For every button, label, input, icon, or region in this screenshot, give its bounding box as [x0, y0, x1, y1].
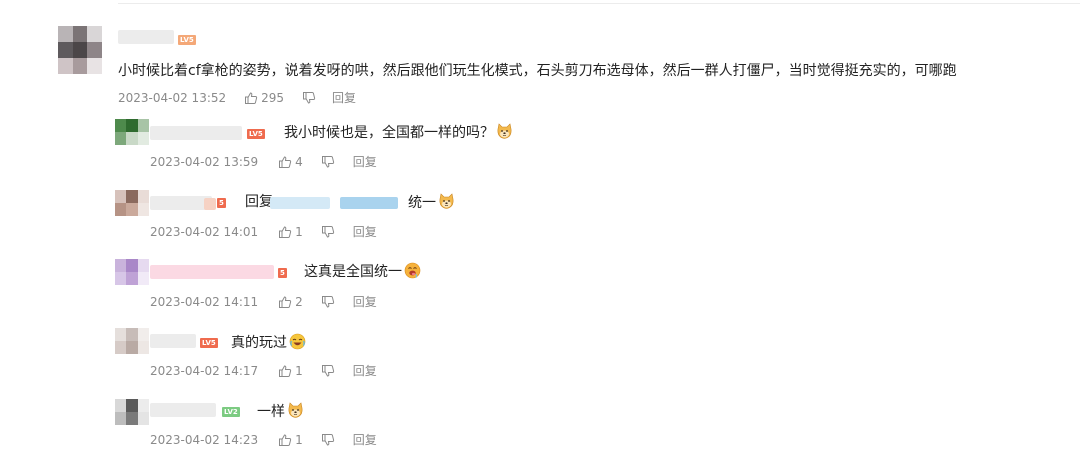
- doge-emoji-icon: [438, 193, 455, 210]
- avatar[interactable]: [115, 259, 149, 285]
- comment-meta: 2023-04-02 13:52 295 回复: [118, 90, 356, 109]
- reply-button[interactable]: 回复: [353, 433, 377, 447]
- reply-meta: 2023-04-02 14:23 1 回复: [150, 432, 377, 451]
- timestamp: 2023-04-02 14:23: [150, 433, 259, 447]
- reply-text: 统一: [408, 195, 436, 211]
- thumbs-down-icon[interactable]: [321, 364, 335, 382]
- timestamp: 2023-04-02 13:59: [150, 155, 259, 169]
- reply-text-row: 一样: [257, 402, 304, 421]
- level-badge: 5: [278, 268, 287, 278]
- username-blurred: [204, 198, 216, 210]
- level-badge: LV5: [247, 129, 265, 139]
- username-blurred[interactable]: [150, 403, 216, 417]
- doge-emoji-icon: [496, 123, 513, 140]
- avatar[interactable]: [115, 328, 149, 354]
- thumbs-down-icon[interactable]: [321, 433, 335, 451]
- like-count: 1: [295, 433, 303, 447]
- username-blurred[interactable]: [150, 334, 196, 348]
- reply-meta: 2023-04-02 13:59 4 回复: [150, 154, 377, 173]
- thumbs-up-icon[interactable]: [278, 433, 292, 451]
- reply-text: 一样: [257, 404, 285, 420]
- level-badge: LV5: [178, 35, 196, 45]
- username-blurred[interactable]: [118, 30, 174, 44]
- avatar[interactable]: [115, 190, 149, 216]
- reply-button[interactable]: 回复: [353, 364, 377, 378]
- thumbs-up-icon[interactable]: [278, 364, 292, 382]
- avatar[interactable]: [115, 119, 149, 145]
- reply-button[interactable]: 回复: [353, 225, 377, 239]
- reply-text-row: 统一: [408, 193, 455, 212]
- avatar[interactable]: [115, 399, 149, 425]
- reply-text-row: 真的玩过: [231, 333, 306, 352]
- thumbs-down-icon[interactable]: [321, 295, 335, 313]
- doge-emoji-icon: [287, 402, 304, 419]
- mentioned-user-blurred[interactable]: [270, 197, 330, 209]
- reply-meta: 2023-04-02 14:17 1 回复: [150, 363, 377, 382]
- reply-button[interactable]: 回复: [332, 91, 356, 105]
- timestamp: 2023-04-02 14:17: [150, 364, 259, 378]
- like-count: 2: [295, 295, 303, 309]
- timestamp: 2023-04-02 13:52: [118, 91, 227, 105]
- username-blurred[interactable]: [150, 126, 242, 140]
- like-count: 1: [295, 364, 303, 378]
- reply-button[interactable]: 回复: [353, 295, 377, 309]
- username-blurred[interactable]: [150, 196, 212, 210]
- reply-meta: 2023-04-02 14:01 1 回复: [150, 224, 377, 243]
- timestamp: 2023-04-02 14:11: [150, 295, 259, 309]
- timestamp: 2023-04-02 14:01: [150, 225, 259, 239]
- reply-meta: 2023-04-02 14:11 2 回复: [150, 294, 377, 313]
- divider-line: [118, 3, 1080, 4]
- reply-text: 这真是全国统一: [304, 264, 402, 280]
- username-blurred[interactable]: [150, 265, 274, 279]
- like-count: 295: [261, 91, 285, 105]
- reply-text-row: 回复: [245, 193, 273, 211]
- reply-button[interactable]: 回复: [353, 155, 377, 169]
- thumbs-up-icon[interactable]: [278, 295, 292, 313]
- reply-text: 我小时候也是，全国都一样的吗？: [284, 125, 494, 141]
- thumbs-down-icon[interactable]: [321, 155, 335, 173]
- avatar[interactable]: [58, 26, 102, 74]
- mentioned-user-blurred[interactable]: [340, 197, 398, 209]
- thumbs-up-icon[interactable]: [244, 91, 258, 109]
- like-count: 1: [295, 225, 303, 239]
- level-badge: 5: [217, 198, 226, 208]
- level-badge: LV5: [200, 338, 218, 348]
- laugh-cry-emoji-icon: [289, 333, 306, 350]
- drool-emoji-icon: [404, 262, 421, 279]
- reply-text-row: 我小时候也是，全国都一样的吗？: [284, 123, 513, 142]
- thumbs-up-icon[interactable]: [278, 225, 292, 243]
- reply-text: 真的玩过: [231, 335, 287, 351]
- reply-text-row: 这真是全国统一: [304, 262, 421, 281]
- level-badge: LV2: [222, 407, 240, 417]
- thumbs-down-icon[interactable]: [321, 225, 335, 243]
- thumbs-up-icon[interactable]: [278, 155, 292, 173]
- reply-prefix: 回复: [245, 194, 273, 210]
- thumbs-down-icon[interactable]: [302, 91, 316, 109]
- like-count: 4: [295, 155, 303, 169]
- comment-text: 小时候比着cf拿枪的姿势，说着发呀的哄，然后跟他们玩生化模式，石头剪刀布选母体，…: [118, 63, 957, 79]
